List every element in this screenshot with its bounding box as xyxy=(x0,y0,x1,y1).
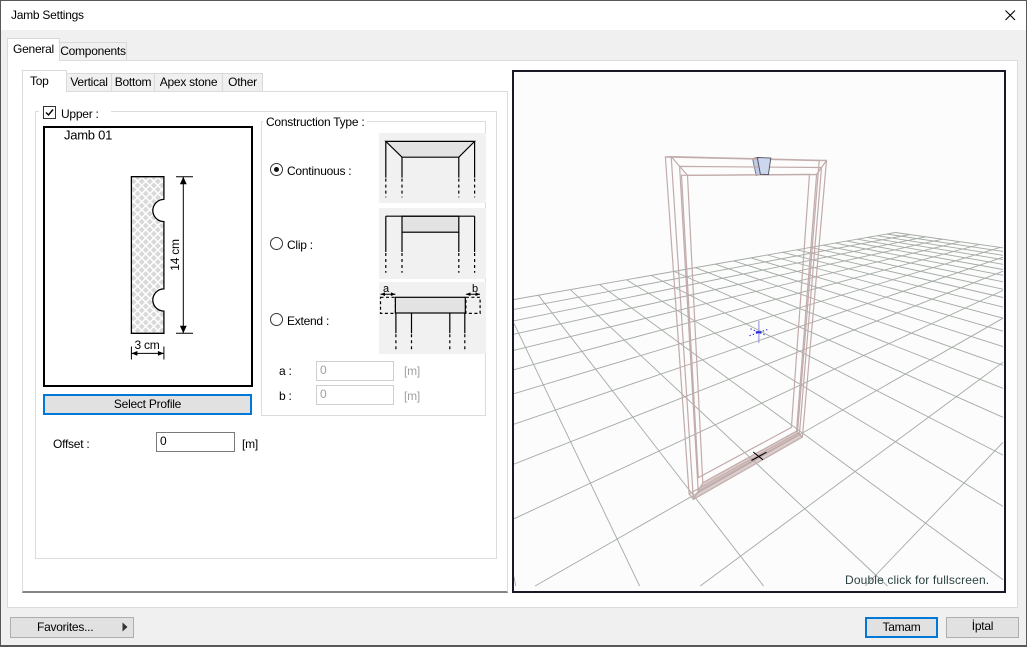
svg-text:3 cm: 3 cm xyxy=(134,338,159,352)
svg-text:14 cm: 14 cm xyxy=(168,239,182,271)
svg-text:Jamb 01: Jamb 01 xyxy=(64,128,112,143)
